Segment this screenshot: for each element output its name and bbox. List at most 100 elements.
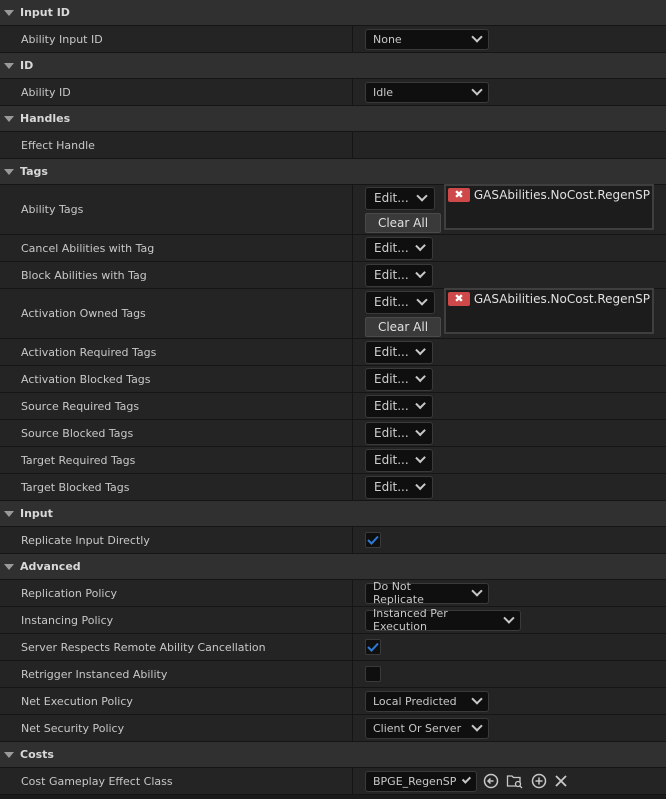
replication-policy-combo[interactable]: Do Not Replicate	[365, 580, 489, 606]
property-label: Ability Tags	[0, 185, 353, 234]
section-input-id[interactable]: Input ID	[0, 0, 666, 26]
tag-list: ✖ GASAbilities.NoCost.RegenSP	[444, 287, 654, 334]
property-label: Block Abilities with Tag	[0, 262, 353, 288]
tag-label: GASAbilities.NoCost.RegenSP	[473, 187, 650, 202]
collapse-triangle-icon[interactable]	[4, 62, 14, 69]
browse-folder-icon[interactable]	[506, 773, 524, 789]
tag-item: ✖ GASAbilities.NoCost.RegenSP	[448, 291, 650, 306]
edit-tags-button[interactable]: Edit...	[365, 394, 433, 418]
section-advanced[interactable]: Advanced	[0, 554, 666, 580]
edit-label: Edit...	[374, 345, 409, 359]
property-row-source-blocked: Source Blocked Tags Edit...	[0, 420, 666, 447]
server-respects-checkbox[interactable]	[365, 639, 381, 655]
section-handles[interactable]: Handles	[0, 106, 666, 132]
property-label: Ability Input ID	[0, 26, 353, 52]
section-costs[interactable]: Costs	[0, 742, 666, 768]
chevron-down-icon	[414, 398, 426, 410]
combo-value: Idle	[373, 85, 394, 99]
collapse-triangle-icon[interactable]	[4, 563, 14, 570]
collapse-triangle-icon[interactable]	[4, 751, 14, 758]
chevron-down-icon	[414, 425, 426, 437]
collapse-triangle-icon[interactable]	[4, 510, 14, 517]
property-label: Server Respects Remote Ability Cancellat…	[0, 634, 353, 660]
edit-label: Edit...	[374, 426, 409, 440]
property-label: Activation Required Tags	[0, 339, 353, 365]
replicate-input-checkbox[interactable]	[365, 532, 381, 548]
edit-tags-button[interactable]: Edit...	[365, 475, 433, 499]
section-title: Tags	[20, 165, 48, 178]
property-row-retrigger: Retrigger Instanced Ability	[0, 661, 666, 688]
property-label: Net Security Policy	[0, 715, 353, 741]
section-input[interactable]: Input	[0, 501, 666, 527]
tag-list: ✖ GASAbilities.NoCost.RegenSP	[444, 183, 654, 230]
details-panel: Input ID Ability Input ID None ID Abilit…	[0, 0, 666, 795]
chevron-down-icon	[414, 479, 426, 491]
property-row-ability-input-id: Ability Input ID None	[0, 26, 666, 53]
property-label: Target Blocked Tags	[0, 474, 353, 500]
property-label: Source Required Tags	[0, 393, 353, 419]
property-row-ability-id: Ability ID Idle	[0, 79, 666, 106]
collapse-triangle-icon[interactable]	[4, 9, 14, 16]
instancing-policy-combo[interactable]: Instanced Per Execution	[365, 607, 521, 633]
property-row-replication-policy: Replication Policy Do Not Replicate	[0, 580, 666, 607]
arrow-left-circle-icon[interactable]	[483, 773, 499, 789]
net-security-combo[interactable]: Client Or Server	[365, 717, 489, 739]
property-label: Effect Handle	[0, 132, 353, 158]
collapse-triangle-icon[interactable]	[4, 168, 14, 175]
edit-tags-button[interactable]: Edit...	[365, 367, 433, 391]
property-row-target-blocked: Target Blocked Tags Edit...	[0, 474, 666, 501]
edit-label: Edit...	[374, 399, 409, 413]
property-label: Replication Policy	[0, 580, 353, 606]
clear-all-button[interactable]: Clear All	[365, 316, 441, 337]
combo-value: Instanced Per Execution	[373, 607, 448, 633]
checkmark-icon	[367, 535, 379, 545]
chevron-down-icon	[414, 452, 426, 464]
clear-all-button[interactable]: Clear All	[365, 212, 441, 233]
property-label: Retrigger Instanced Ability	[0, 661, 353, 687]
property-label: Target Required Tags	[0, 447, 353, 473]
section-id[interactable]: ID	[0, 53, 666, 79]
net-execution-combo[interactable]: Local Predicted	[365, 690, 489, 712]
add-circle-icon[interactable]	[531, 773, 547, 789]
combo-value: None	[373, 32, 402, 46]
ability-id-combo[interactable]: Idle	[365, 81, 489, 103]
edit-tags-button[interactable]: Edit...	[365, 290, 435, 314]
property-label: Net Execution Policy	[0, 688, 353, 714]
remove-tag-icon[interactable]: ✖	[448, 187, 470, 202]
edit-tags-button[interactable]: Edit...	[365, 340, 433, 364]
edit-tags-button[interactable]: Edit...	[365, 263, 433, 287]
combo-value: Local Predicted	[373, 694, 457, 708]
chevron-down-icon	[414, 240, 426, 252]
collapse-triangle-icon[interactable]	[4, 115, 14, 122]
retrigger-checkbox[interactable]	[365, 666, 381, 682]
chevron-down-icon	[471, 84, 483, 96]
property-label: Source Blocked Tags	[0, 420, 353, 446]
property-label: Cancel Abilities with Tag	[0, 235, 353, 261]
clear-x-icon[interactable]	[554, 774, 568, 788]
section-title: ID	[20, 59, 34, 72]
combo-value: Client Or Server	[373, 721, 462, 735]
edit-label: Edit...	[374, 480, 409, 494]
edit-tags-button[interactable]: Edit...	[365, 448, 433, 472]
edit-tags-button[interactable]: Edit...	[365, 186, 435, 210]
section-title: Advanced	[20, 560, 81, 573]
property-row-cancel-abilities: Cancel Abilities with Tag Edit...	[0, 235, 666, 262]
property-label: Instancing Policy	[0, 607, 353, 633]
chevron-down-icon	[462, 774, 472, 784]
checkmark-icon	[367, 642, 379, 652]
section-tags[interactable]: Tags	[0, 159, 666, 185]
property-row-activation-blocked: Activation Blocked Tags Edit...	[0, 366, 666, 393]
edit-tags-button[interactable]: Edit...	[365, 236, 433, 260]
chevron-down-icon	[471, 585, 483, 597]
chevron-down-icon	[416, 190, 428, 202]
edit-label: Edit...	[374, 191, 409, 205]
section-title: Input ID	[20, 6, 70, 19]
section-title: Handles	[20, 112, 71, 125]
property-row-activation-owned: Activation Owned Tags Edit... Clear All …	[0, 287, 666, 339]
ability-input-id-combo[interactable]: None	[365, 28, 489, 50]
edit-tags-button[interactable]: Edit...	[365, 421, 433, 445]
cost-effect-class-combo[interactable]: BPGE_RegenSP	[365, 770, 477, 792]
chevron-down-icon	[471, 720, 483, 732]
remove-tag-icon[interactable]: ✖	[448, 291, 470, 306]
edit-label: Edit...	[374, 453, 409, 467]
